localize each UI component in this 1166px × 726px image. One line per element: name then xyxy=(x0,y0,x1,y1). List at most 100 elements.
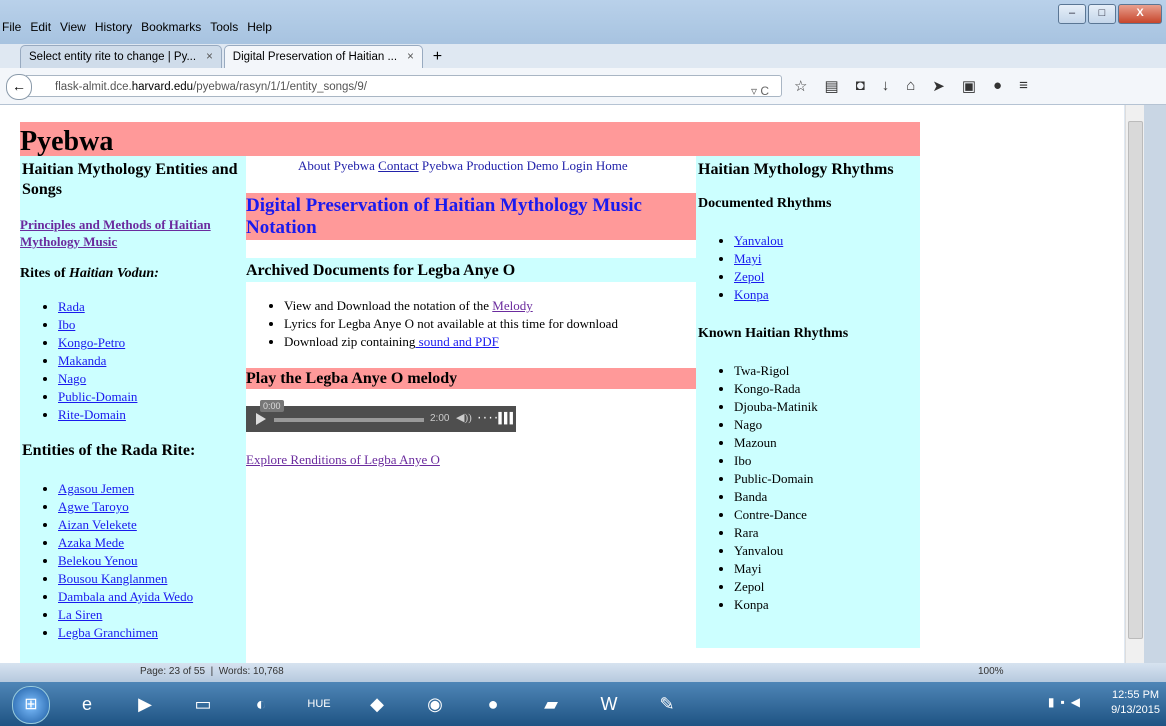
box-icon[interactable]: ◆ xyxy=(352,686,402,722)
entity-link[interactable]: Bousou Kanglanmen xyxy=(58,571,167,586)
rite-link[interactable]: Rada xyxy=(58,299,85,314)
entity-link[interactable]: La Siren xyxy=(58,607,102,622)
word-icon[interactable]: W xyxy=(584,686,634,722)
explore-renditions-link[interactable]: Explore Renditions of Legba Anye O xyxy=(246,452,440,467)
entity-link[interactable]: Agwe Taroyo xyxy=(58,499,129,514)
list-item: Yanvalou xyxy=(734,232,920,250)
documented-rhythms-list: Yanvalou Mayi Zepol Konpa xyxy=(696,232,920,304)
clock[interactable]: 12:55 PM 9/13/2015 xyxy=(1111,688,1160,718)
volume-icon[interactable]: ◀)) xyxy=(456,411,472,424)
nav-about[interactable]: About Pyebwa xyxy=(298,158,375,173)
nav-demo[interactable]: Demo xyxy=(527,158,559,173)
close-button[interactable]: X xyxy=(1118,4,1162,24)
play-heading: Play the Legba Anye O melody xyxy=(246,370,458,387)
close-tab-icon[interactable]: × xyxy=(206,46,213,68)
rhythm-link[interactable]: Konpa xyxy=(734,287,769,302)
list-item: Belekou Yenou xyxy=(58,552,246,570)
close-tab-icon[interactable]: × xyxy=(407,46,414,68)
paint-icon[interactable]: ✎ xyxy=(642,686,692,722)
folder-icon[interactable]: ▭ xyxy=(178,686,228,722)
page-count: Page: 23 of 55 xyxy=(140,666,206,677)
menu-icon[interactable]: ≡ xyxy=(1019,77,1028,95)
doc-melody-text: View and Download the notation of the xyxy=(284,298,493,313)
list-item: La Siren xyxy=(58,606,246,624)
audio-player[interactable]: 0:00 2:00 ◀)) ····▌▌▌ xyxy=(246,400,516,432)
menu-history[interactable]: History xyxy=(95,20,132,34)
chat-icon[interactable]: ● xyxy=(993,77,1002,95)
nav-home[interactable]: Home xyxy=(596,158,628,173)
rite-link[interactable]: Makanda xyxy=(58,353,106,368)
reload-icon[interactable]: ▿ C xyxy=(751,80,769,102)
home-icon[interactable]: ⌂ xyxy=(906,77,915,95)
play-icon[interactable] xyxy=(256,413,266,425)
rhythm-link[interactable]: Zepol xyxy=(734,269,764,284)
entity-link[interactable]: Dambala and Ayida Wedo xyxy=(58,589,193,604)
rhythm-link[interactable]: Mayi xyxy=(734,251,761,266)
menu-tools[interactable]: Tools xyxy=(210,20,238,34)
rite-link[interactable]: Kongo-Petro xyxy=(58,335,125,350)
entity-link[interactable]: Agasou Jemen xyxy=(58,481,134,496)
nav-login[interactable]: Login xyxy=(562,158,593,173)
principles-link[interactable]: Principles and Methods of Haitian Mythol… xyxy=(20,217,211,249)
entity-link[interactable]: Belekou Yenou xyxy=(58,553,137,568)
list-item: Zepol xyxy=(734,578,920,596)
tab-select-entity[interactable]: Select entity rite to change | Py... × xyxy=(20,45,222,68)
chrome-icon[interactable]: ◉ xyxy=(410,686,460,722)
entity-link[interactable]: Aizan Velekete xyxy=(58,517,137,532)
volume-icon[interactable]: ◀ xyxy=(1071,695,1086,709)
minimize-button[interactable]: – xyxy=(1058,4,1086,24)
sound-pdf-link[interactable]: sound and PDF xyxy=(415,334,499,349)
media-icon[interactable]: ▶ xyxy=(120,686,170,722)
download-icon[interactable]: ↓ xyxy=(882,77,890,95)
main-column: Digital Preservation of Haitian Mytholog… xyxy=(246,156,696,663)
reading-list-icon[interactable]: ▤ xyxy=(824,77,838,95)
nav-contact[interactable]: Contact xyxy=(378,158,418,173)
doc-zip-text: Download zip containing xyxy=(284,334,416,349)
system-tray: ▮▪◀ xyxy=(1048,695,1086,709)
app-icon[interactable]: ◐ xyxy=(236,686,286,722)
seek-bar[interactable] xyxy=(274,418,424,422)
word-page-count: Page: 23 of 55 | Words: 10,768 xyxy=(140,666,284,677)
new-tab-icon[interactable]: + xyxy=(433,46,442,68)
start-button[interactable]: ⊞ xyxy=(12,686,50,724)
zoom-level[interactable]: 100% xyxy=(978,666,1004,677)
tab-digital-preservation[interactable]: Digital Preservation of Haitian ... × xyxy=(223,45,423,68)
menu-view[interactable]: View xyxy=(60,20,86,34)
menu-bar: File Edit View History Bookmarks Tools Help xyxy=(2,20,281,36)
rites-list: Rada Ibo Kongo-Petro Makanda Nago Public… xyxy=(20,298,246,424)
right-sidebar: Haitian Mythology Rhythms Documented Rhy… xyxy=(696,156,920,648)
rhythm-link[interactable]: Yanvalou xyxy=(734,233,783,248)
menu-file[interactable]: File xyxy=(2,20,21,34)
share-icon[interactable]: ➤ xyxy=(932,77,945,95)
list-item: Ibo xyxy=(734,452,920,470)
menu-bookmarks[interactable]: Bookmarks xyxy=(141,20,201,34)
star-icon[interactable]: ☆ xyxy=(794,77,807,95)
rite-link[interactable]: Rite-Domain xyxy=(58,407,126,422)
entity-link[interactable]: Azaka Mede xyxy=(58,535,124,550)
melody-link[interactable]: Melody xyxy=(492,298,532,313)
list-item: Djouba-Matinik xyxy=(734,398,920,416)
back-button[interactable]: ← xyxy=(6,74,32,100)
network-icon[interactable]: ▪ xyxy=(1061,695,1071,709)
ie-icon[interactable]: e xyxy=(62,686,112,722)
nav-production[interactable]: Pyebwa Production xyxy=(422,158,523,173)
rite-link[interactable]: Nago xyxy=(58,371,86,386)
files-icon[interactable]: ▰ xyxy=(526,686,576,722)
rite-link[interactable]: Public-Domain xyxy=(58,389,137,404)
firefox-icon[interactable]: ● xyxy=(468,686,518,722)
menu-edit[interactable]: Edit xyxy=(30,20,51,34)
scrollbar-thumb[interactable] xyxy=(1128,121,1143,639)
current-time: 0:00 xyxy=(260,400,284,412)
maximize-button[interactable]: □ xyxy=(1088,4,1116,24)
youtube-icon[interactable]: ▣ xyxy=(962,77,976,95)
rite-link[interactable]: Ibo xyxy=(58,317,75,332)
pocket-icon[interactable]: ◘ xyxy=(856,77,865,95)
volume-slider[interactable]: ····▌▌▌ xyxy=(476,413,516,425)
word-status-bar: Page: 23 of 55 | Words: 10,768 100% xyxy=(0,663,1166,682)
entity-link[interactable]: Legba Granchimen xyxy=(58,625,158,640)
signal-icon[interactable]: ▮ xyxy=(1048,695,1061,709)
vertical-scrollbar[interactable] xyxy=(1125,105,1144,663)
url-bar[interactable]: flask-almit.dce.harvard.edu/pyebwa/rasyn… xyxy=(26,75,782,98)
hue-icon[interactable]: HUE xyxy=(294,686,344,722)
menu-help[interactable]: Help xyxy=(247,20,272,34)
